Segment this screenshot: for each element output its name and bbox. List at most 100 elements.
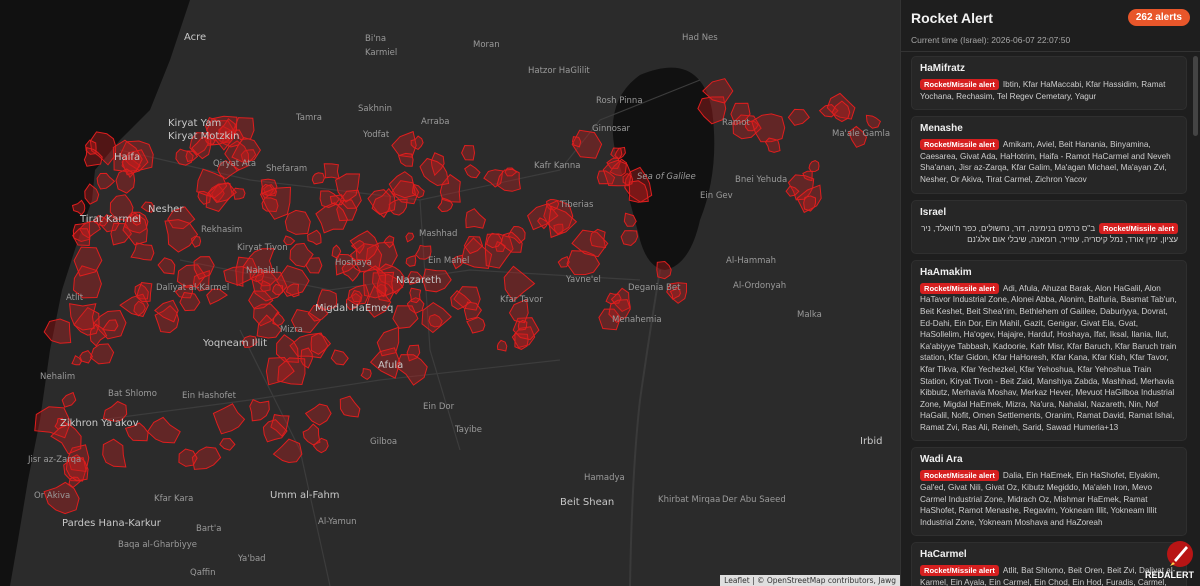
place-label: Kafr Kanna [534, 161, 581, 171]
place-label: Rekhasim [201, 225, 243, 235]
alert-type-badge: Rocket/Missile alert [920, 139, 999, 151]
region-card[interactable]: HaAmakim Rocket/Missile alert Adi, Afula, … [911, 259, 1187, 442]
place-label: Sea of Galilee [637, 172, 696, 182]
region-name: Israel [920, 206, 947, 218]
place-label: Yoqneam Illit [203, 338, 267, 349]
place-label: Haifa [114, 152, 141, 163]
region-body: Rocket/Missile alert Ibtin, Kfar HaMaccab… [920, 79, 1178, 102]
place-label: Bnei Yehuda [735, 175, 788, 185]
place-label: Dalīyat al-Karmel [156, 283, 230, 293]
place-label: Yodfat [363, 130, 390, 140]
place-label: Karmiel [365, 48, 398, 58]
place-label: Kfar Tavor [500, 295, 543, 305]
place-label: Had Nes [682, 33, 718, 43]
place-label: Kiryat Yam [168, 118, 222, 129]
region-name: HaAmakim [920, 266, 972, 278]
map-attribution[interactable]: Leaflet | © OpenStreetMap contributors, … [720, 575, 900, 586]
place-label: Jisr az-Zarqa [28, 455, 82, 465]
alert-type-badge: Rocket/Missile alert [920, 282, 999, 294]
place-label: Ya'bad [238, 554, 266, 564]
alert-zone [272, 283, 284, 295]
place-label: Hamadya [584, 473, 625, 483]
redalert-logo: REDALERT [1145, 541, 1195, 580]
place-label: Bart'a [196, 524, 222, 534]
alert-zone [517, 319, 528, 331]
region-card[interactable]: Menashe Rocket/Missile alert Amikam, Aviel… [911, 116, 1187, 194]
place-label: Ein Gev [700, 191, 733, 201]
alert-panel: Rocket Alert 262 alerts Current time (Is… [900, 0, 1200, 586]
alert-type-badge: Rocket/Missile alert [920, 79, 999, 90]
place-label: Nazareth [396, 275, 442, 286]
place-label: Mizra [280, 325, 303, 335]
place-label: Gilboa [370, 437, 398, 447]
region-list[interactable]: HaMifratz Rocket/Missile alert Ibtin, Kfar… [911, 56, 1187, 586]
place-label: Kiryat Tivon [237, 243, 288, 253]
region-body: Rocket/Missile alert Amikam, Aviel, Beit … [920, 139, 1178, 185]
region-body: Rocket/Missile alert Dalia, Ein HaEmek, E… [920, 470, 1178, 528]
region-body: Rocket/Missile alertב"ס כרמים בנימינה, ד… [920, 222, 1178, 246]
place-label: Al-Ordonyah [733, 281, 787, 291]
place-label: Al-Hammah [726, 256, 776, 266]
region-name: Wadi Ara [920, 454, 963, 466]
place-label: Moran [473, 40, 500, 50]
place-label: Ginnosar [592, 124, 631, 134]
place-label: Ein Mahel [428, 256, 470, 266]
region-name: HaMifratz [920, 63, 966, 74]
place-label: Afula [378, 360, 404, 371]
place-label: Qiryat Ata [213, 159, 257, 169]
region-body: Rocket/Missile alert Adi, Afula, Ahuzat B… [920, 282, 1178, 434]
place-label: Umm al-Fahm [270, 490, 340, 501]
map-view[interactable]: Acre Kiryat Yam Kiryat Motzkin Haifa Tirat K… [0, 0, 900, 586]
place-label: Hoshaya [335, 258, 372, 268]
alert-zone [409, 287, 422, 304]
place-label: Arraba [421, 117, 450, 127]
place-label: Irbid [860, 436, 883, 447]
place-label: Qaffin [190, 568, 216, 578]
place-label: Der Abu Saeed [722, 495, 786, 505]
place-label: Ein Hashofet [182, 391, 236, 401]
place-label: Zikhron Ya'akov [60, 418, 139, 429]
place-label: Shefaram [266, 164, 308, 174]
place-label: Ramot [722, 118, 750, 128]
place-label: Kfar Kara [154, 494, 194, 504]
alert-zone [571, 136, 582, 148]
place-label: Tirat Karmel [80, 214, 142, 225]
panel-scrollbar[interactable] [1193, 56, 1198, 136]
place-label: Hatzor HaGlilit [528, 66, 590, 76]
place-label: Tayibe [455, 425, 483, 435]
place-label: Pardes Hana-Karkur [62, 518, 161, 529]
region-card[interactable]: HaMifratz Rocket/Missile alert Ibtin, Kfar… [911, 56, 1187, 111]
place-label: Ein Dor [423, 402, 455, 412]
place-label: Malka [797, 310, 822, 320]
place-label: Migdal HaEmeq [315, 303, 394, 314]
panel-header: Rocket Alert 262 alerts Current time (Is… [901, 0, 1200, 52]
alert-type-badge: Rocket/Missile alert [1099, 222, 1178, 234]
place-label: Khirbat Mirqaa [658, 495, 721, 505]
region-name: Menashe [920, 123, 963, 135]
alert-zone [232, 187, 246, 200]
current-time: Current time (Israel): 2026-06-07 22:07:… [911, 35, 1071, 45]
place-label: Bi'na [365, 34, 387, 44]
place-label: Degania Bet [628, 283, 681, 293]
alert-type-badge: Rocket/Missile alert [920, 565, 999, 577]
alert-zone [323, 163, 340, 180]
place-label: Tamra [296, 113, 322, 123]
alert-count-badge: 262 alerts [1127, 9, 1190, 26]
place-label: Atlit [66, 293, 84, 303]
place-label: Or Akiva [34, 491, 71, 501]
place-label: Rosh Pinna [596, 96, 643, 106]
place-label: Nesher [148, 204, 184, 215]
place-label: Menahemia [612, 315, 662, 325]
region-card[interactable]: Wadi Ara Rocket/Missile alert Dalia, Ein H… [911, 447, 1187, 537]
logo-text: REDALERT [1145, 570, 1195, 580]
place-label: Ma'ale Gamla [832, 129, 891, 139]
place-label: Beit Shean [560, 497, 615, 508]
place-label: Bat Shlomo [108, 389, 157, 399]
place-label: Baqa al-Gharbiyye [118, 540, 198, 550]
region-places: Adi, Afula, Ahuzat Barak, Alon HaGalil, … [920, 283, 1177, 432]
region-card[interactable]: Israel Rocket/Missile alertב"ס כרמים בנימ… [911, 199, 1187, 254]
alert-type-badge: Rocket/Missile alert [920, 470, 999, 482]
place-label: Mashhad [419, 229, 458, 239]
alert-zone [284, 209, 311, 235]
place-label: Yavne'el [566, 275, 601, 285]
